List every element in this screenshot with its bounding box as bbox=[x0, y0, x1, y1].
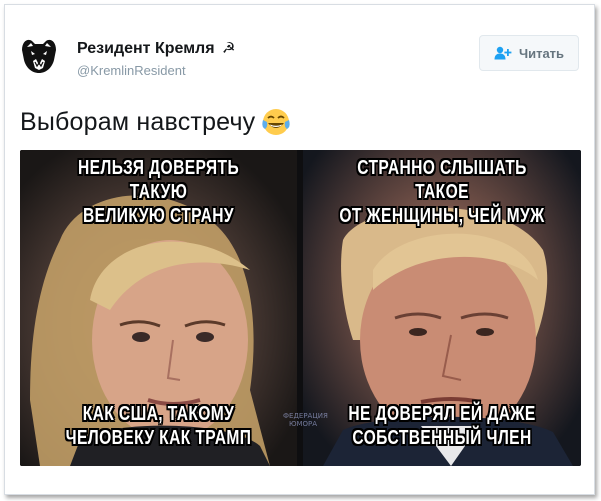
tweet-text: Выборам навстречу bbox=[20, 107, 291, 137]
right-top-caption-line: ОТ ЖЕНЩИНЫ, ЧЕЙ МУЖ bbox=[339, 205, 545, 227]
left-bottom-caption: КАК США, ТАКОМУ ЧЕЛОВЕКУ КАК ТРАМП bbox=[50, 402, 266, 450]
avatar[interactable] bbox=[16, 32, 62, 78]
author-handle[interactable]: @KremlinResident bbox=[77, 63, 186, 78]
right-bottom-caption: НЕ ДОВЕРЯЛ ЕЙ ДАЖЕ СОБСТВЕННЫЙ ЧЛЕН bbox=[334, 402, 551, 450]
right-bottom-caption-line: СОБСТВЕННЫЙ ЧЛЕН bbox=[352, 427, 532, 449]
follow-button[interactable]: Читать bbox=[479, 35, 579, 71]
meme-panel-right: СТРАННО СЛЫШАТЬ ТАКОЕ ОТ ЖЕНЩИНЫ, ЧЕЙ МУ… bbox=[303, 150, 581, 466]
right-bottom-caption-line: НЕ ДОВЕРЯЛ ЕЙ ДАЖЕ bbox=[348, 403, 536, 425]
right-top-caption-line: СТРАННО СЛЫШАТЬ ТАКОЕ bbox=[357, 157, 527, 203]
follow-label: Читать bbox=[518, 45, 565, 61]
tweet-header: Резидент Кремля ☭ @KremlinResident Читат… bbox=[8, 30, 579, 90]
left-top-caption-line: ВЕЛИКУЮ СТРАНУ bbox=[82, 205, 235, 227]
right-top-caption: СТРАННО СЛЫШАТЬ ТАКОЕ ОТ ЖЕНЩИНЫ, ЧЕЙ МУ… bbox=[334, 156, 551, 228]
tweet-image[interactable]: НЕЛЬЗЯ ДОВЕРЯТЬ ТАКУЮ ВЕЛИКУЮ СТРАНУ КАК… bbox=[20, 150, 581, 466]
left-bottom-caption-line: ЧЕЛОВЕКУ КАК ТРАМП bbox=[65, 427, 252, 449]
meme-panel-left: НЕЛЬЗЯ ДОВЕРЯТЬ ТАКУЮ ВЕЛИКУЮ СТРАНУ КАК… bbox=[20, 150, 297, 466]
tweet-text-content: Выборам навстречу bbox=[20, 107, 256, 136]
watermark-text: ФЕДЕРАЦИЯ bbox=[283, 412, 328, 420]
left-top-caption-line: НЕЛЬЗЯ ДОВЕРЯТЬ ТАКУЮ bbox=[77, 157, 240, 203]
author-name-text: Резидент Кремля bbox=[77, 40, 215, 57]
watermark-text: ЮМОРА bbox=[288, 420, 318, 428]
left-bottom-caption-line: КАК США, ТАКОМУ bbox=[82, 403, 235, 425]
left-top-caption: НЕЛЬЗЯ ДОВЕРЯТЬ ТАКУЮ ВЕЛИКУЮ СТРАНУ bbox=[50, 156, 266, 228]
watermark-logo: ФЕДЕРАЦИЯ ЮМОРА bbox=[283, 412, 328, 446]
add-user-icon bbox=[494, 46, 512, 60]
face-with-tears-of-joy-icon bbox=[262, 109, 291, 135]
hammer-sickle-icon: ☭ bbox=[221, 39, 236, 57]
author-name[interactable]: Резидент Кремля ☭ bbox=[77, 39, 235, 58]
bear-logo-icon bbox=[16, 32, 62, 78]
